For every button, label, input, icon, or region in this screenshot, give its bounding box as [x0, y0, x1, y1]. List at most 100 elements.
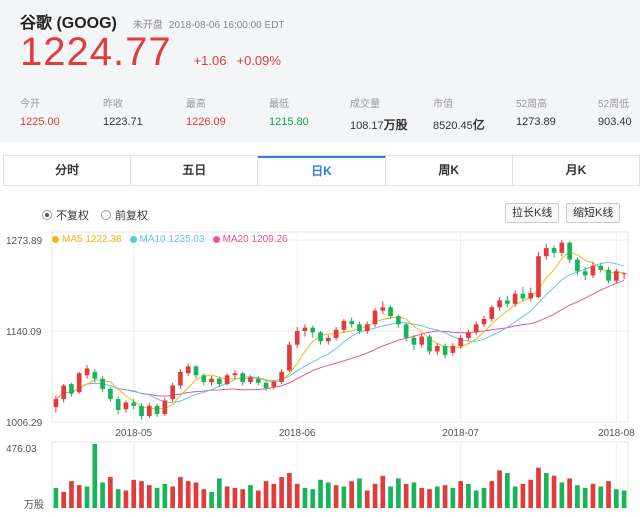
candle-body [434, 346, 440, 352]
x-axis-label: 2018-05 [115, 428, 152, 439]
volume-bar [427, 489, 432, 508]
candle-body [341, 320, 347, 330]
stat-label: 成交量 [350, 99, 380, 110]
shorten-kline-button[interactable]: 缩短K线 [566, 203, 621, 223]
candle-body [551, 248, 557, 253]
volume-bar [341, 486, 347, 508]
candle-body [598, 265, 604, 270]
candle-body [53, 399, 59, 408]
legend-ma10: MA10 1235.03 [129, 234, 205, 245]
candle-body [489, 307, 495, 319]
volume-bar [512, 486, 518, 508]
candle-body [582, 271, 588, 276]
volume-bar [154, 487, 160, 508]
volume-bar [372, 483, 378, 508]
volume-bar [458, 481, 463, 508]
candle-body [294, 331, 300, 345]
candle-body [411, 337, 417, 345]
stat-number: 1226.09 [186, 116, 226, 128]
volume-bar [434, 486, 440, 508]
tab-2[interactable]: 日K [258, 156, 386, 185]
candle-body [575, 259, 580, 272]
quote-header: 谷歌 (GOOG) 未开盘 2018-08-06 16:00:00 EDT 12… [0, 0, 640, 142]
candle-body [364, 324, 370, 332]
stats-row: 今开 1225.00 昨收 1223.71 最高 1226.09 最低 1215.80 成交量 1… [0, 95, 640, 135]
stat-1: 昨收 1223.71 [103, 95, 143, 128]
volume-bar [271, 483, 277, 508]
volume-bar [224, 486, 230, 508]
radio-forward-adjust[interactable]: 前复权 [101, 207, 148, 223]
candle-body [497, 300, 502, 308]
stat-number: 8520.45 [433, 120, 473, 132]
candle-body [279, 371, 284, 383]
candle-body [325, 337, 331, 342]
volume-bar [201, 489, 207, 508]
volume-bar [162, 483, 168, 508]
kline-svg: 1273.89 1140.09 1006.29 476.03 万股 2018-05 2018… [6, 231, 635, 511]
volume-bar [333, 485, 339, 508]
candle-body [481, 318, 487, 325]
candle-body [559, 242, 565, 253]
radio-no-adjust-label: 不复权 [56, 210, 89, 222]
stretch-kline-button[interactable]: 拉长K线 [505, 203, 560, 223]
volume-bar [185, 481, 191, 508]
legend-ma5: MA5 1222.38 [52, 234, 122, 245]
candle-body [271, 381, 277, 387]
stat-label: 昨收 [103, 99, 123, 110]
volume-bar [209, 491, 214, 508]
ma20-dot-icon [212, 236, 220, 243]
candle-body [162, 400, 168, 415]
tab-3[interactable]: 周K [386, 156, 513, 185]
stat-3: 最低 1215.80 [269, 95, 309, 128]
volume-bar [598, 486, 604, 508]
candle-body [621, 273, 627, 275]
volume-bar [263, 481, 269, 508]
candle-body [590, 265, 596, 276]
stat-number: 1223.71 [103, 116, 143, 128]
radio-forward-adjust-label: 前复权 [115, 210, 148, 222]
candle-body [512, 293, 518, 304]
volume-bar [396, 478, 401, 508]
candle-body [380, 307, 386, 311]
candle-body [185, 366, 191, 374]
radio-unchecked-icon [101, 210, 111, 220]
candle-body [606, 269, 611, 281]
stat-value: 108.17万股 [350, 116, 408, 133]
price-axis-label: 1140.09 [6, 327, 42, 338]
stat-6: 52周高 1273.89 [516, 95, 556, 128]
candle-body [419, 336, 425, 345]
volume-bar [536, 467, 541, 508]
candle-body [520, 293, 526, 299]
candle-body [302, 327, 308, 332]
candle-body [100, 378, 105, 389]
volume-bar [388, 486, 393, 508]
candle-body [403, 324, 409, 338]
volume-bar [61, 491, 67, 508]
candle-body [224, 375, 230, 385]
stat-value: 1273.89 [516, 116, 556, 128]
legend-ma5-label: MA5 1222.38 [62, 234, 122, 245]
volume-bar [559, 482, 565, 508]
tab-0[interactable]: 分时 [4, 156, 132, 185]
stat-unit: 亿 [472, 118, 485, 132]
candle-body [427, 336, 432, 352]
candle-body [536, 256, 541, 298]
tab-4[interactable]: 月K [513, 156, 639, 185]
volume-bar [178, 477, 183, 508]
volume-bar [69, 481, 74, 508]
stat-label: 今开 [20, 99, 40, 110]
candle-body [240, 373, 246, 383]
volume-frame [51, 441, 629, 509]
candle-body [310, 327, 316, 333]
volume-bar [240, 489, 246, 508]
candle-body [131, 402, 137, 406]
volume-bar [318, 479, 323, 508]
volume-bar [411, 482, 417, 508]
radio-no-adjust[interactable]: 不复权 [42, 207, 89, 223]
candle-body [146, 405, 152, 417]
volume-bar [505, 473, 510, 508]
candle-body [154, 405, 160, 415]
tab-1[interactable]: 五日 [131, 156, 259, 185]
candle-body [115, 399, 121, 410]
volume-bar [217, 478, 222, 508]
